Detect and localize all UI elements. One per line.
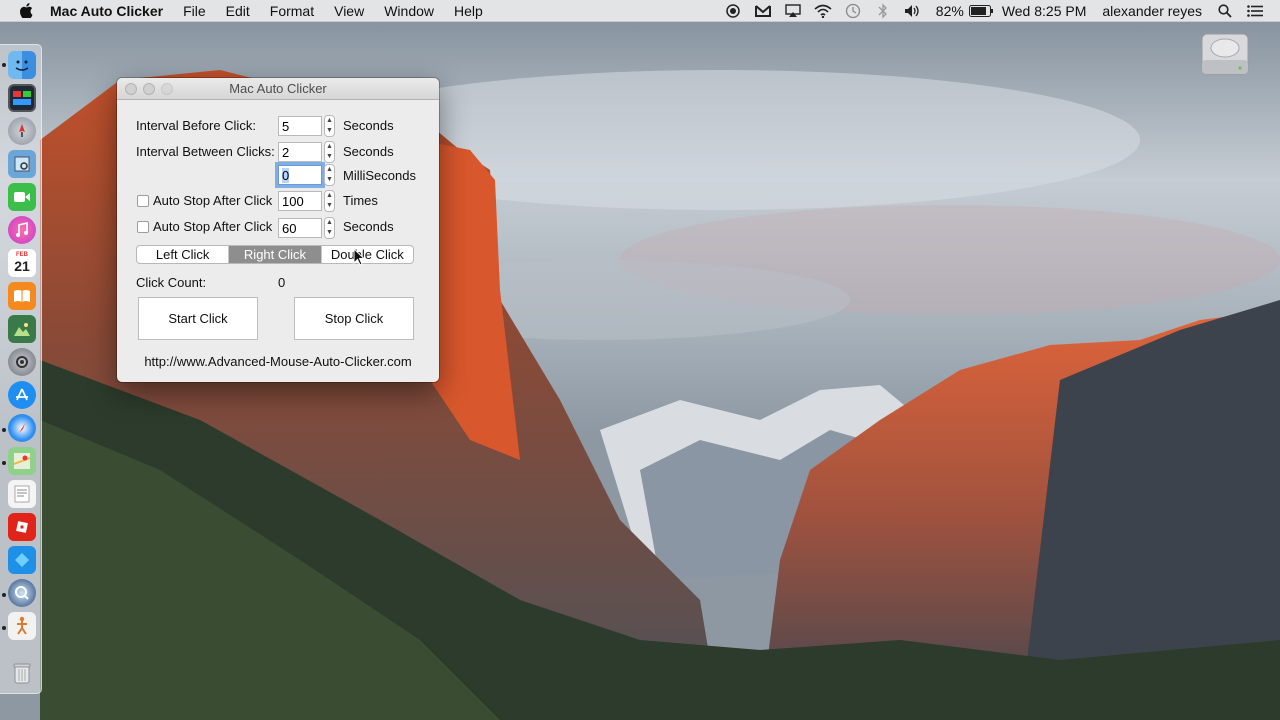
interval-between-stepper[interactable]: ▲ ▼ [324,141,335,163]
zoom-button[interactable] [161,83,173,95]
milliseconds-value: 0 [282,168,290,183]
interval-before-input[interactable]: 5 [278,116,322,136]
auto-stop-clicks-unit: Times [343,193,378,208]
stop-click-button[interactable]: Stop Click [294,297,414,340]
time-machine-icon[interactable] [838,0,868,22]
hard-drive-icon[interactable] [1200,28,1250,80]
finder-icon[interactable] [8,51,36,79]
running-indicator [2,593,6,597]
auto-stop-time-unit: Seconds [343,219,394,234]
interval-before-unit: Seconds [343,118,394,133]
auto-stop-time-stepper[interactable]: ▲ ▼ [324,217,335,239]
running-indicator [2,461,6,465]
app-store-icon[interactable] [8,381,36,409]
trash-icon[interactable] [8,659,36,687]
calendar-icon[interactable]: FEB 21 [8,249,36,277]
click-type-segmented-control: Left Click Right Click Double Click [136,245,414,264]
running-indicator [2,428,6,432]
cube-app-icon[interactable] [8,546,36,574]
right-click-segment[interactable]: Right Click [229,246,322,263]
calendar-day: 21 [14,258,30,274]
milliseconds-input[interactable]: 0 [278,165,322,185]
auto-stop-time-input[interactable]: 60 [278,218,322,238]
maps-icon[interactable] [8,447,36,475]
menu-bar: Mac Auto Clicker File Edit Format View W… [0,0,1280,22]
interval-between-unit: Seconds [343,144,394,159]
running-indicator [2,63,6,67]
roblox-icon[interactable] [8,513,36,541]
auto-stop-time-label: Auto Stop After Click [153,219,273,234]
auto-clicker-icon[interactable] [8,612,36,640]
menu-help[interactable]: Help [444,0,493,22]
click-count-value: 0 [278,275,286,290]
airplay-icon[interactable] [778,0,808,22]
double-click-segment[interactable]: Double Click [322,246,413,263]
interval-between-label: Interval Between Clicks: [136,144,275,159]
spotlight-icon[interactable] [1210,0,1240,22]
interval-before-label: Interval Before Click: [136,118,256,133]
battery-icon[interactable] [968,0,994,22]
quicktime-icon[interactable] [8,579,36,607]
menu-window[interactable]: Window [374,0,444,22]
menu-format[interactable]: Format [260,0,324,22]
gmail-icon[interactable] [748,0,778,22]
window-title: Mac Auto Clicker [229,81,327,96]
interval-before-stepper[interactable]: ▲ ▼ [324,115,335,137]
start-click-button[interactable]: Start Click [138,297,258,340]
facetime-icon[interactable] [8,183,36,211]
safari-icon[interactable] [8,414,36,442]
wifi-icon[interactable] [808,0,838,22]
battery-percent[interactable]: 82% [928,0,968,22]
mouse-cursor-icon [353,248,365,266]
auto-stop-clicks-input[interactable]: 100 [278,191,322,211]
system-preferences-icon[interactable] [8,348,36,376]
running-indicator [2,626,6,630]
minimize-button[interactable] [143,83,155,95]
bluetooth-icon[interactable] [868,0,898,22]
website-link[interactable]: http://www.Advanced-Mouse-Auto-Clicker.c… [117,354,439,369]
mission-control-icon[interactable] [8,84,36,112]
preview-icon[interactable] [8,150,36,178]
menu-edit[interactable]: Edit [216,0,260,22]
ibooks-icon[interactable] [8,282,36,310]
notification-center-icon[interactable] [1240,0,1270,22]
close-button[interactable] [125,83,137,95]
menubar-clock[interactable]: Wed 8:25 PM [994,0,1095,22]
textedit-icon[interactable] [8,480,36,508]
interval-between-input[interactable]: 2 [278,142,322,162]
dock: FEB 21 [0,44,42,694]
click-count-label: Click Count: [136,275,207,290]
milliseconds-unit: MilliSeconds [343,168,416,183]
milliseconds-stepper[interactable]: ▲ ▼ [324,164,335,186]
menu-view[interactable]: View [324,0,374,22]
left-click-segment[interactable]: Left Click [137,246,230,263]
record-icon[interactable] [718,0,748,22]
menu-file[interactable]: File [173,0,216,22]
itunes-icon[interactable] [8,216,36,244]
launchpad-icon[interactable] [8,117,36,145]
auto-stop-clicks-checkbox[interactable] [137,195,149,207]
volume-icon[interactable] [898,0,928,22]
auto-stop-clicks-label: Auto Stop After Click [153,193,273,208]
app-menu[interactable]: Mac Auto Clicker [36,0,173,22]
apple-icon[interactable] [16,0,36,22]
auto-stop-time-checkbox[interactable] [137,221,149,233]
auto-stop-clicks-stepper[interactable]: ▲ ▼ [324,190,335,212]
window-titlebar[interactable]: Mac Auto Clicker [117,78,439,100]
photos-icon[interactable] [8,315,36,343]
menubar-user[interactable]: alexander reyes [1094,0,1210,22]
auto-clicker-window: Mac Auto Clicker Interval Before Click: … [117,78,439,382]
